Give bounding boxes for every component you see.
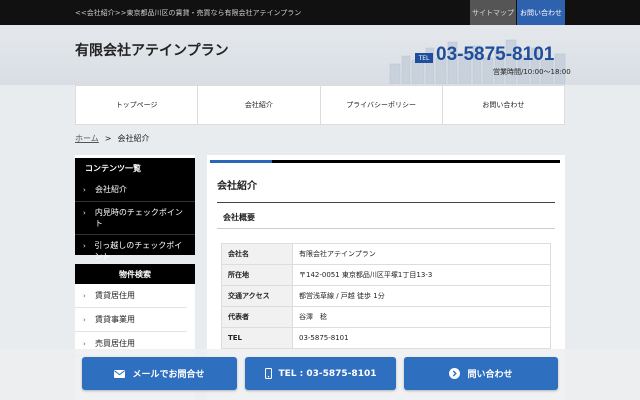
top-contact-link[interactable]: お問い合わせ (517, 0, 565, 25)
nav-item-company[interactable]: 会社紹介 (197, 86, 319, 124)
chevron-right-icon: › (83, 339, 86, 348)
envelope-icon (114, 369, 126, 378)
table-key: 交通アクセス (221, 285, 293, 307)
main-top-accent (210, 160, 272, 163)
sidebar-item-rent-business[interactable]: › 賃貸事業用 (75, 308, 187, 332)
chevron-right-icon: › (83, 315, 86, 324)
chevron-right-icon: › (83, 291, 86, 300)
tel-call-label: TEL : 03-5875-8101 (278, 368, 377, 379)
section-title: 会社概要 (217, 207, 555, 229)
mail-contact-label: メールでお問合せ (132, 370, 205, 380)
table-key: 代表者 (221, 306, 293, 328)
tel-call-button[interactable]: TEL : 03-5875-8101 (245, 357, 396, 390)
table-value: 有限会社アテインプラン (292, 243, 551, 265)
table-row: 所在地 〒142-0051 東京都品川区平塚1丁目13-3 (221, 264, 551, 286)
chevron-right-icon: › (83, 208, 86, 217)
business-hours: 営業時間/10:00～18:00 (493, 68, 571, 76)
sidebar-contents-title: コンテンツ一覧 (75, 155, 195, 179)
table-key: 所在地 (221, 264, 293, 286)
table-value: 都営浅草線 / 戸越 徒歩 1分 (292, 285, 551, 307)
sidebar-search-title: 物件検索 (75, 264, 195, 284)
table-row: 交通アクセス 都営浅草線 / 戸越 徒歩 1分 (221, 285, 551, 307)
sidebar-item-label: 会社紹介 (95, 185, 127, 194)
sidebar-item-label: 賃貸居住用 (95, 291, 135, 300)
breadcrumb-separator: > (104, 134, 112, 143)
company-name-logo[interactable]: 有限会社アテインプラン (75, 40, 229, 60)
heading-divider (217, 202, 555, 203)
sidebar-item-label: 内見時のチェックポイント (94, 207, 183, 228)
nav-item-contact[interactable]: お問い合わせ (441, 86, 564, 124)
header-tel-number[interactable]: 03-5875-8101 (436, 44, 554, 66)
sidebar-item-company[interactable]: › 会社紹介 (75, 179, 195, 202)
sidebar-item-label: 賃貸事業用 (95, 315, 135, 324)
table-value: 03-5875-8101 (292, 327, 551, 349)
table-key: TEL (221, 327, 293, 349)
chevron-right-icon: › (83, 186, 86, 194)
global-nav: トップページ 会社紹介 プライバシーポリシー お問い合わせ (75, 85, 565, 125)
table-value: 〒142-0051 東京都品川区平塚1丁目13-3 (292, 264, 551, 286)
sidebar-item-label: 売買居住用 (95, 339, 135, 348)
company-info-table: 会社名 有限会社アテインプラン 所在地 〒142-0051 東京都品川区平塚1丁… (221, 243, 551, 349)
arrow-circle-right-icon (449, 368, 461, 379)
table-row: TEL 03-5875-8101 (221, 327, 551, 349)
breadcrumb-current: 会社紹介 (117, 134, 150, 143)
sidebar-item-label: 引っ越しのチェックポイント (94, 241, 183, 262)
top-bar: <<会社紹介>>東京都品川区の賃貸・売買なら有限会社アテインプラン サイトマップ… (0, 0, 640, 25)
breadcrumb: ホーム > 会社紹介 (75, 133, 149, 144)
inquiry-label: 問い合わせ (467, 370, 513, 380)
page-title: 会社紹介 (217, 181, 257, 192)
sidebar-item-rent-residential[interactable]: › 賃貸居住用 (75, 284, 187, 308)
nav-item-privacy[interactable]: プライバシーポリシー (319, 86, 442, 124)
main-top-rule (210, 160, 560, 163)
sidebar-contents-list: › 会社紹介 › 内見時のチェックポイント › 引っ越しのチェックポイント (75, 179, 195, 269)
top-bar-text: <<会社紹介>>東京都品川区の賃貸・売買なら有限会社アテインプラン (75, 9, 302, 17)
mail-contact-button[interactable]: メールでお問合せ (82, 357, 237, 390)
chevron-right-icon: › (83, 242, 86, 251)
table-key: 会社名 (221, 243, 293, 265)
sitemap-link[interactable]: サイトマップ (470, 0, 516, 25)
tel-badge: TEL (415, 53, 433, 63)
table-value: 谷澤 稔 (292, 306, 551, 328)
breadcrumb-home-link[interactable]: ホーム (75, 134, 99, 143)
table-row: 会社名 有限会社アテインプラン (221, 243, 551, 265)
table-row: 代表者 谷澤 稔 (221, 306, 551, 328)
sidebar-item-viewing-checkpoints[interactable]: › 内見時のチェックポイント (75, 202, 195, 236)
smartphone-icon (264, 368, 272, 379)
inquiry-button[interactable]: 問い合わせ (404, 357, 558, 390)
nav-item-top[interactable]: トップページ (76, 86, 197, 124)
